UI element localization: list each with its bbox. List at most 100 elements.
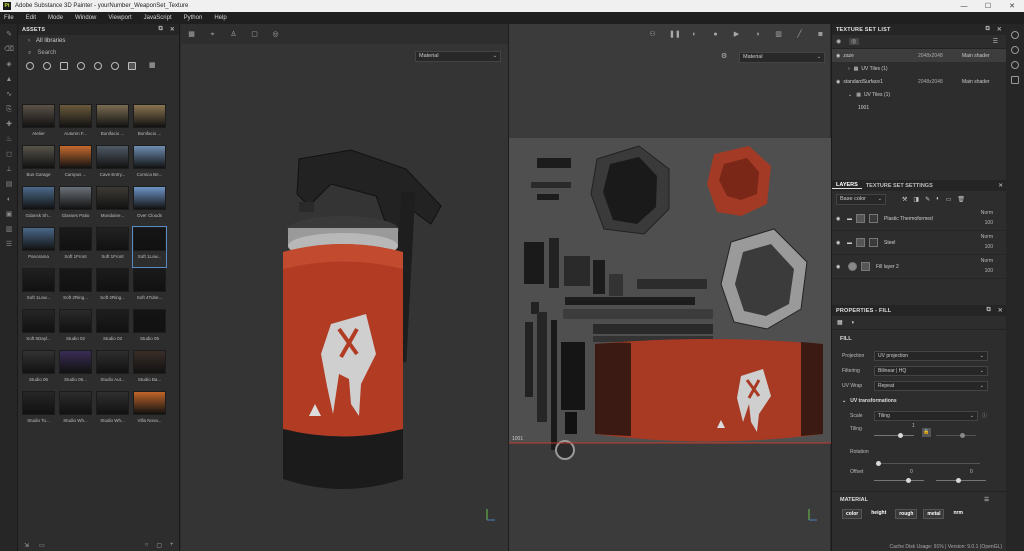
eye-icon[interactable]: ◉ bbox=[836, 53, 840, 59]
picker-icon[interactable]: ✚ bbox=[4, 121, 14, 129]
asset-thumbnail[interactable]: Soft 4Tube... bbox=[133, 268, 166, 308]
shader-settings-icon[interactable]: ▣ bbox=[4, 211, 14, 219]
info-icon[interactable]: ⓘ bbox=[982, 412, 987, 419]
maximize-button[interactable]: ☐ bbox=[976, 0, 1000, 12]
menu-javascript[interactable]: JavaScript bbox=[144, 15, 172, 21]
viewport-2d[interactable]: ⚇ ❚❚ ◐ ● ▶ ◑ ▥ ╱ ◙ ⚙ Material ⌄ 1001 bbox=[508, 24, 831, 551]
asset-thumbnail[interactable]: Atelier bbox=[22, 104, 55, 144]
asset-thumbnail[interactable]: Studio 05 bbox=[133, 309, 166, 349]
bake-icon[interactable]: ♨ bbox=[4, 136, 14, 144]
chevron-right-icon[interactable]: › bbox=[848, 66, 850, 72]
settings-icon[interactable]: ▢ bbox=[156, 542, 162, 549]
filter-brushes-icon[interactable] bbox=[111, 62, 119, 70]
filter-procedurals-icon[interactable] bbox=[77, 62, 85, 70]
blend-mode[interactable]: Norm bbox=[981, 258, 993, 264]
history-icon[interactable] bbox=[1011, 61, 1019, 69]
measure-icon[interactable]: ⟂ bbox=[4, 166, 14, 174]
asset-thumbnail[interactable]: Bonifacio ... bbox=[133, 104, 166, 144]
layers-icon[interactable] bbox=[1011, 46, 1019, 54]
add-paint-layer-icon[interactable]: ✎ bbox=[925, 196, 930, 203]
layer-opacity[interactable]: 100 bbox=[985, 220, 993, 226]
asset-thumbnail[interactable]: Studio 03 bbox=[96, 309, 129, 349]
smudge-icon[interactable]: ∿ bbox=[4, 91, 14, 99]
uv-wrap-select[interactable]: Repeat ⌄ bbox=[874, 380, 988, 391]
asset-thumbnail[interactable]: Soft 5Dayl... bbox=[22, 309, 55, 349]
asset-thumbnail[interactable]: Studio Wh... bbox=[96, 391, 129, 431]
uv-tile-row[interactable]: 1001 bbox=[832, 101, 1006, 114]
uv-tiles-row[interactable]: ⌄ ▦ UV Tiles (1) bbox=[832, 88, 1006, 101]
asset-thumbnail[interactable]: Corsica Be... bbox=[133, 145, 166, 185]
offset-y-slider-knob[interactable] bbox=[956, 478, 961, 483]
texture-set-row[interactable]: ◉ zaze 2048x2048 Main shader bbox=[832, 49, 1006, 62]
asset-thumbnail[interactable]: Soft 2Ring... bbox=[59, 268, 92, 308]
eraser-icon[interactable]: ⌫ bbox=[4, 46, 14, 54]
asset-thumbnail[interactable]: Campus ... bbox=[59, 145, 92, 185]
uv-tiles-row[interactable]: › ▦ UV Tiles (1) bbox=[832, 62, 1006, 75]
refresh-icon[interactable]: ○ bbox=[145, 542, 149, 548]
asset-thumbnail[interactable]: Soft 1Front bbox=[96, 227, 129, 267]
menu-file[interactable]: File bbox=[4, 15, 14, 21]
add-mask-icon[interactable]: ◨ bbox=[913, 196, 919, 203]
asset-thumbnail[interactable]: Bus Garage bbox=[22, 145, 55, 185]
import-icon[interactable]: ⇲ bbox=[24, 542, 29, 549]
tiling-slider-knob[interactable] bbox=[898, 433, 903, 438]
offset-x-slider-knob[interactable] bbox=[906, 478, 911, 483]
channel-color-button[interactable]: color bbox=[842, 509, 863, 519]
channel-height-button[interactable]: height bbox=[868, 509, 889, 519]
eye-toggle-icon[interactable]: ◎ bbox=[849, 38, 859, 45]
asset-thumbnail[interactable]: Autumn F... bbox=[59, 104, 92, 144]
asset-thumbnail[interactable]: Bonifacio ... bbox=[96, 104, 129, 144]
offset-y-slider-track[interactable] bbox=[936, 480, 986, 481]
asset-thumbnail[interactable]: Soft 1Low... bbox=[22, 268, 55, 308]
layer-opacity[interactable]: 100 bbox=[985, 268, 993, 274]
texture-set-row[interactable]: ◉ standardSurface1 2048x2048 Main shader bbox=[832, 75, 1006, 88]
asset-thumbnail[interactable]: Panorama bbox=[22, 227, 55, 267]
pin-icon[interactable]: ⧉ bbox=[159, 26, 163, 33]
blend-mode[interactable]: Norm bbox=[981, 234, 993, 240]
asset-thumbnail[interactable]: Studio To... bbox=[22, 391, 55, 431]
layer-item[interactable]: ◉ Fill layer 2 Norm 100 bbox=[832, 255, 1007, 279]
uv-transformations-header[interactable]: ⌄ UV transformations bbox=[832, 393, 1007, 408]
library-selector[interactable]: › All libraries bbox=[18, 35, 179, 47]
filter-environments-icon[interactable] bbox=[128, 62, 136, 70]
projection-select[interactable]: UV projection ⌄ bbox=[874, 350, 988, 361]
list-settings-icon[interactable]: ☰ bbox=[993, 38, 998, 45]
menu-mode[interactable]: Mode bbox=[48, 15, 63, 21]
clone-icon[interactable]: ⎘ bbox=[4, 106, 14, 114]
rotation-slider-track[interactable] bbox=[880, 463, 980, 464]
menu-python[interactable]: Python bbox=[184, 15, 203, 21]
layers-panel-icon[interactable]: ▤ bbox=[4, 181, 14, 189]
menu-edit[interactable]: Edit bbox=[26, 15, 36, 21]
asset-thumbnail[interactable]: Studio Aut... bbox=[96, 350, 129, 390]
close-icon[interactable]: ✕ bbox=[997, 26, 1002, 33]
chevron-down-icon[interactable]: ⌄ bbox=[848, 92, 852, 98]
filter-textures-icon[interactable] bbox=[60, 62, 68, 70]
geometry-mask-icon[interactable]: ◻ bbox=[4, 151, 14, 159]
pin-icon[interactable]: ⧉ bbox=[987, 307, 991, 314]
eye-icon[interactable]: ◉ bbox=[836, 264, 844, 270]
tab-texture-set-settings[interactable]: TEXTURE SET SETTINGS bbox=[862, 183, 937, 189]
tiling-slider-track[interactable] bbox=[874, 435, 914, 436]
search-bar[interactable]: ⌕ Search bbox=[18, 47, 179, 59]
rotation-slider-knob[interactable] bbox=[876, 461, 881, 466]
log-icon[interactable]: ☰ bbox=[4, 241, 14, 249]
display-settings-icon[interactable]: ◐ bbox=[4, 196, 14, 204]
filter-smart-materials-icon[interactable] bbox=[43, 62, 51, 70]
layer-opacity[interactable]: 100 bbox=[985, 244, 993, 250]
channel-select[interactable]: Base color ⌄ bbox=[836, 193, 886, 205]
asset-thumbnail[interactable]: Soft 1Low... bbox=[132, 226, 167, 268]
add-effect-icon[interactable]: ⚒ bbox=[902, 196, 907, 203]
close-icon[interactable]: ✕ bbox=[170, 26, 175, 33]
asset-thumbnail[interactable]: Gdansk Sh... bbox=[22, 186, 55, 226]
filter-materials-icon[interactable] bbox=[26, 62, 34, 70]
asset-thumbnail[interactable]: Soft 2Ring... bbox=[96, 268, 129, 308]
menu-help[interactable]: Help bbox=[214, 15, 226, 21]
asset-thumbnail[interactable]: Studio Ba... bbox=[133, 350, 166, 390]
asset-thumbnail[interactable]: Studio 06 bbox=[22, 350, 55, 390]
viewport-3d[interactable]: ▦ ⌖ ♙ ▢ ◎ Material ⌄ bbox=[181, 24, 508, 551]
tab-layers[interactable]: LAYERS bbox=[832, 182, 862, 189]
pin-icon[interactable]: ⧉ bbox=[986, 26, 990, 33]
asset-thumbnail[interactable]: Studio Wh... bbox=[59, 391, 92, 431]
channel-nrm-button[interactable]: nrm bbox=[950, 509, 965, 519]
eye-icon[interactable]: ◉ bbox=[836, 216, 844, 222]
